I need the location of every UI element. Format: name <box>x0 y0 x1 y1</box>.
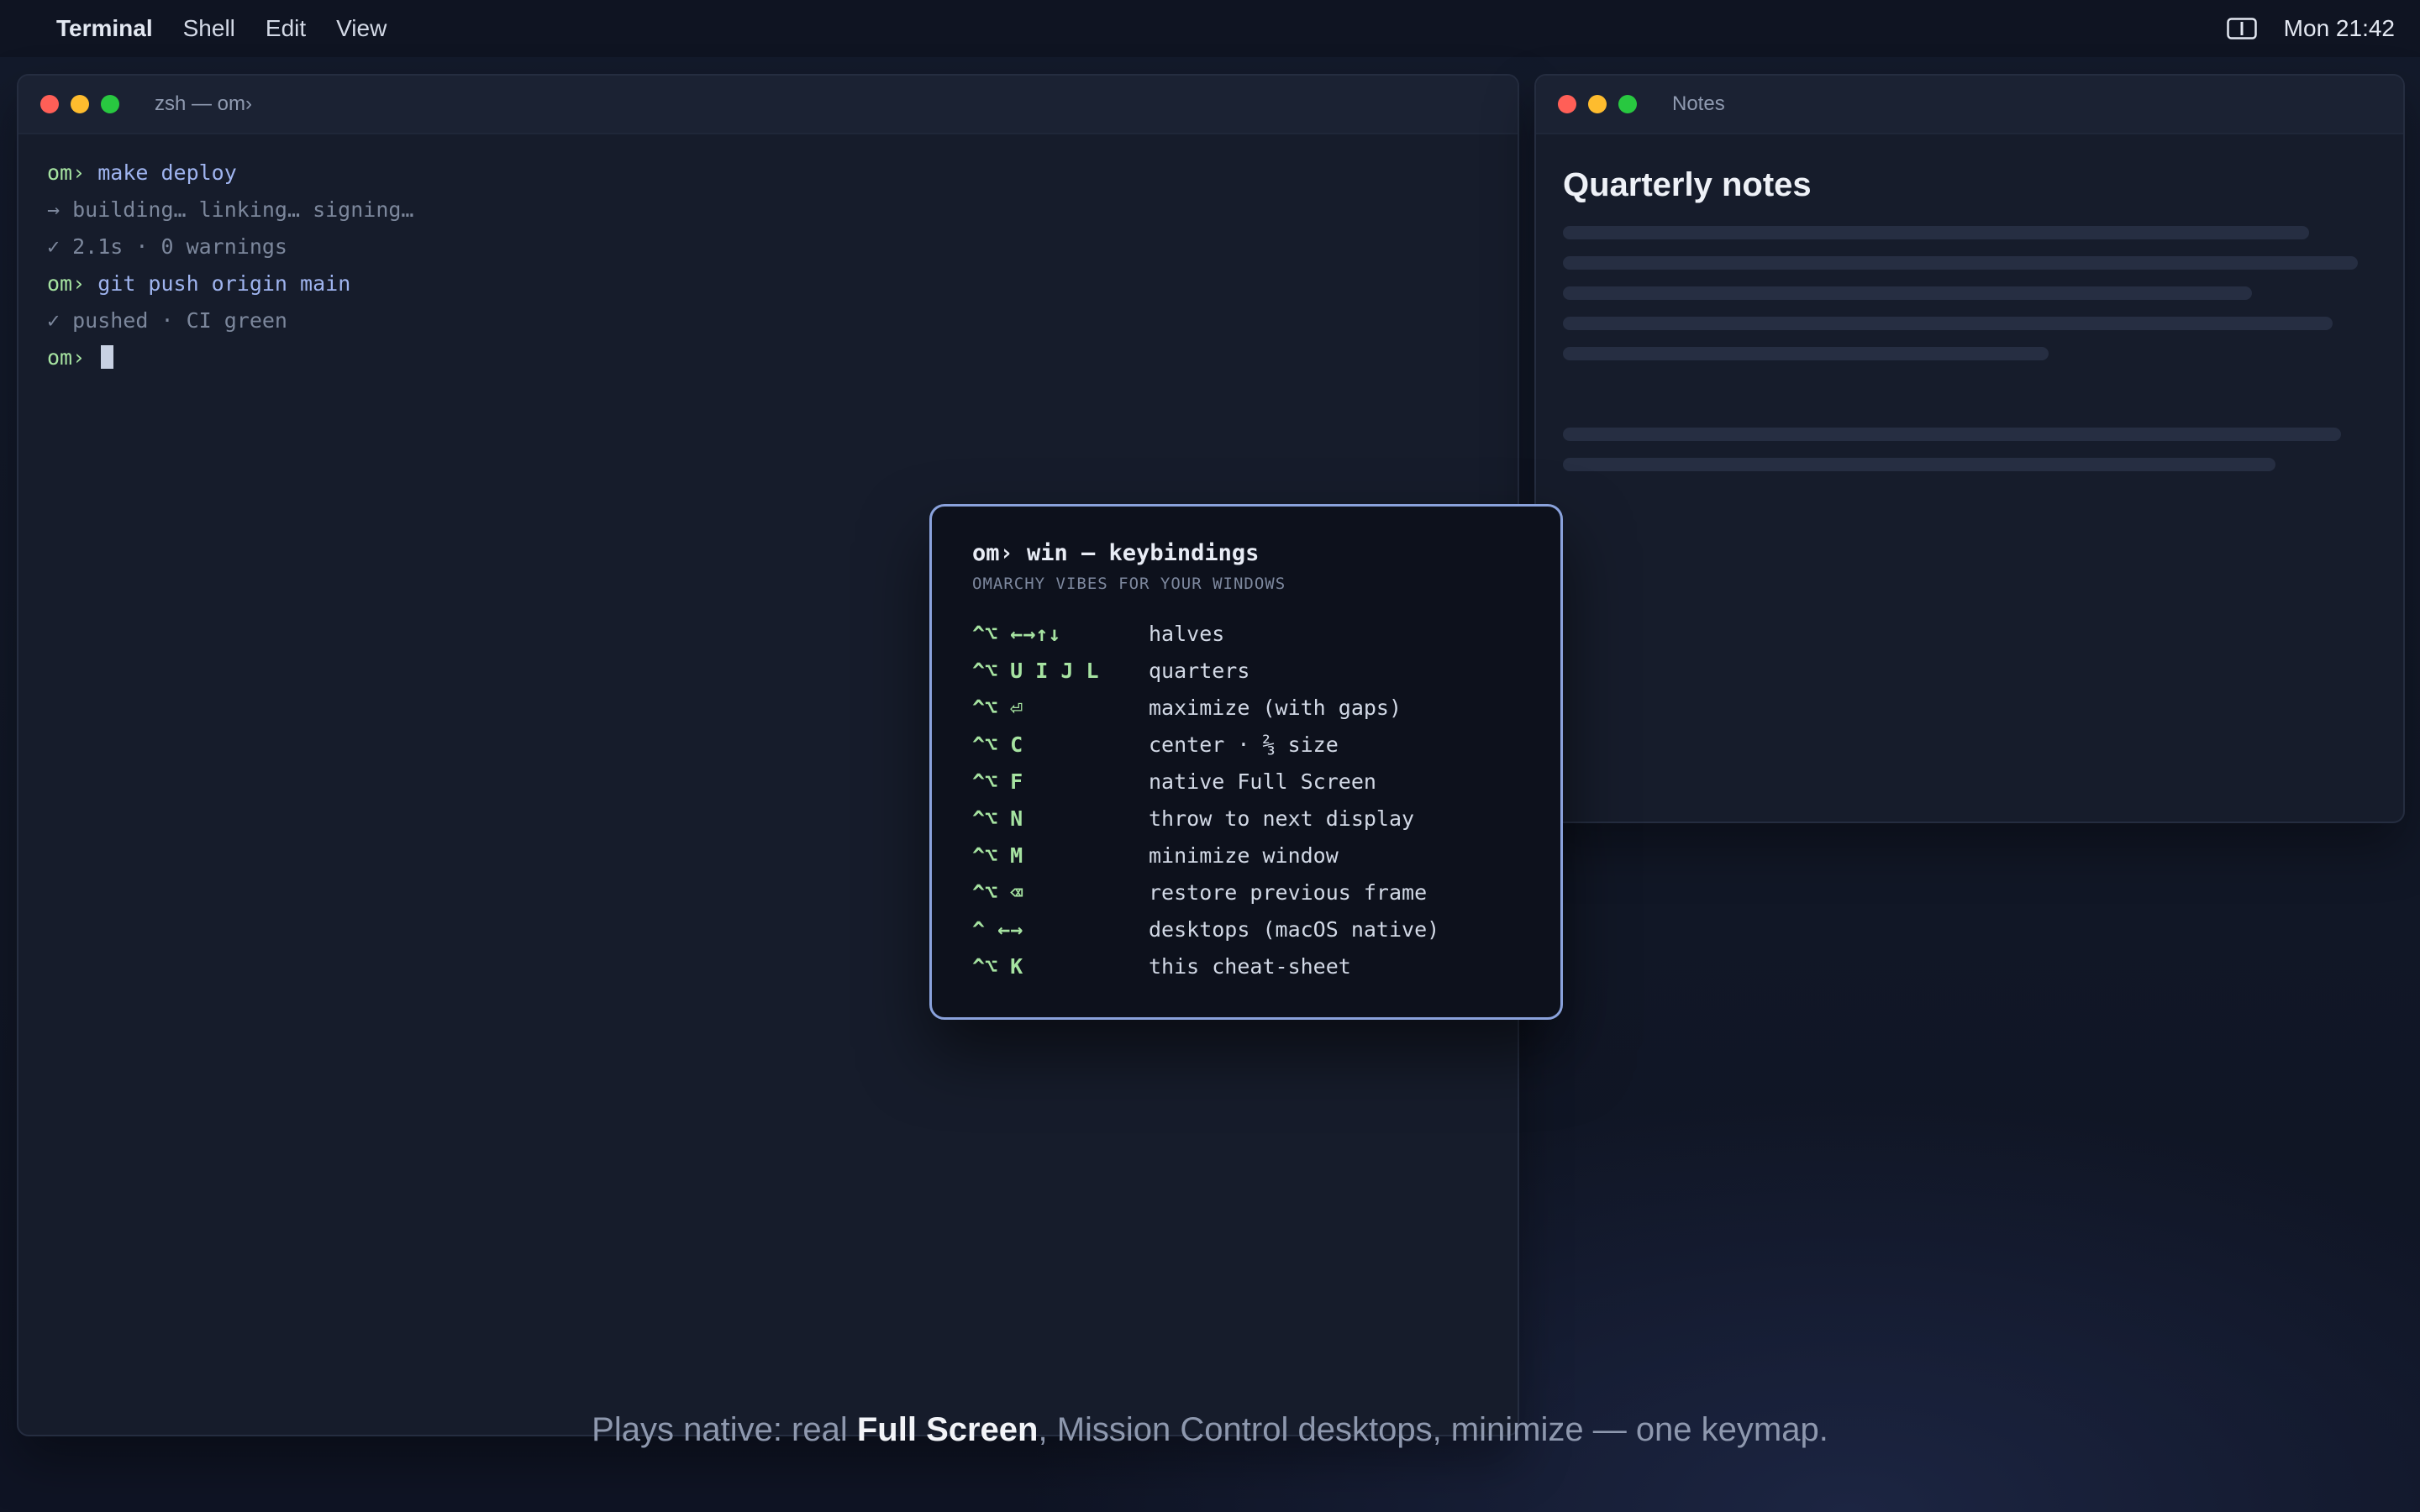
terminal-line: om› git push origin main <box>47 265 1489 302</box>
menu-app-terminal[interactable]: Terminal <box>56 15 153 42</box>
placeholder-line <box>1563 317 2333 330</box>
keybinding-keys: ^⌥ M <box>972 843 1023 868</box>
keybindings-overlay[interactable]: om› win — keybindings OMARCHY VIBES FOR … <box>929 504 1563 1020</box>
terminal-titlebar[interactable]: zsh — om› <box>18 76 1518 134</box>
caption-emphasis: Full Screen <box>856 1411 1039 1448</box>
keybinding-action: this cheat-sheet <box>1149 953 1351 979</box>
keybinding-row: ^⌥ N throw to next display <box>972 800 1520 837</box>
terminal-title: zsh — om› <box>155 92 253 115</box>
menu-clock[interactable]: Mon 21:42 <box>2284 15 2395 42</box>
caption-text: , Mission Control desktops, minimize — o… <box>1038 1411 1828 1448</box>
notes-heading: Quarterly notes <box>1563 166 1812 203</box>
keybinding-keys: ^⌥ ⏎ <box>972 695 1023 720</box>
keybinding-keys: ^⌥ U I J L <box>972 658 1099 683</box>
menu-edit[interactable]: Edit <box>266 15 306 42</box>
keybinding-keys: ^⌥ ←→↑↓ <box>972 621 1061 646</box>
menu-shell[interactable]: Shell <box>183 15 235 42</box>
terminal-line: om› make deploy <box>47 155 1489 192</box>
traffic-lights <box>1558 95 1649 113</box>
placeholder-line <box>1563 256 2358 270</box>
keybinding-action: desktops (macOS native) <box>1149 916 1440 942</box>
traffic-lights <box>40 95 131 113</box>
placeholder-line <box>1563 458 2275 471</box>
keybinding-action: restore previous frame <box>1149 879 1428 905</box>
menu-bar: Terminal Shell Edit View Mon 21:42 <box>0 0 2420 57</box>
caption: Plays native: real Full Screen, Mission … <box>0 1411 2420 1449</box>
keybinding-keys: ^ ←→ <box>972 916 1023 942</box>
minimize-button[interactable] <box>1588 95 1607 113</box>
keybinding-action: native Full Screen <box>1149 769 1376 794</box>
keybinding-action: throw to next display <box>1149 806 1415 831</box>
menu-bar-status: Mon 21:42 <box>2226 0 2395 57</box>
notes-titlebar[interactable]: Notes <box>1536 76 2403 134</box>
command-text: git push origin main <box>97 271 351 296</box>
keybinding-keys: ^⌥ ⌫ <box>972 879 1023 905</box>
text-cursor[interactable] <box>101 345 114 369</box>
command-text: make deploy <box>97 160 237 185</box>
keybinding-action: minimize window <box>1149 843 1339 868</box>
keybinding-row: ^⌥ C center · ⅔ size <box>972 726 1520 763</box>
placeholder-line <box>1563 226 2309 239</box>
notes-window[interactable]: Notes Quarterly notes <box>1534 74 2405 823</box>
keybinding-keys: ^⌥ F <box>972 769 1023 794</box>
close-button[interactable] <box>1558 95 1576 113</box>
keybinding-list: ^⌥ ←→↑↓ halves ^⌥ U I J L quarters ^⌥ ⏎ maxim… <box>972 615 1520 984</box>
notes-content[interactable]: Quarterly notes <box>1536 134 2403 515</box>
keybinding-keys: ^⌥ C <box>972 732 1023 757</box>
terminal-line: ✓ pushed · CI green <box>47 308 287 333</box>
sidebar-toggle-icon[interactable] <box>2226 18 2257 39</box>
prompt: om› <box>47 160 86 185</box>
keybinding-row: ^⌥ U I J L quarters <box>972 652 1520 689</box>
keybinding-action: quarters <box>1149 658 1250 683</box>
keybinding-keys: ^⌥ K <box>972 953 1023 979</box>
keybinding-action: maximize (with gaps) <box>1149 695 1402 720</box>
keybinding-row: ^⌥ ⌫ restore previous frame <box>972 874 1520 911</box>
keybinding-keys: ^⌥ N <box>972 806 1023 831</box>
keybinding-row: ^⌥ ⏎ maximize (with gaps) <box>972 689 1520 726</box>
placeholder-line <box>1563 347 2049 360</box>
placeholder-line <box>1563 428 2341 441</box>
keybinding-row: ^ ←→ desktops (macOS native) <box>972 911 1520 948</box>
prompt: om› <box>47 271 86 296</box>
keybinding-action: halves <box>1149 621 1225 646</box>
minimize-button[interactable] <box>71 95 89 113</box>
close-button[interactable] <box>40 95 59 113</box>
keybinding-action: center · ⅔ size <box>1149 732 1339 757</box>
keybinding-row: ^⌥ F native Full Screen <box>972 763 1520 800</box>
keybinding-row: ^⌥ K this cheat-sheet <box>972 948 1520 984</box>
keybinding-row: ^⌥ M minimize window <box>972 837 1520 874</box>
notes-title: Notes <box>1672 92 1725 115</box>
menu-view[interactable]: View <box>336 15 387 42</box>
terminal-line: ✓ 2.1s · 0 warnings <box>47 234 287 259</box>
overlay-subtitle: OMARCHY VIBES FOR YOUR WINDOWS <box>972 575 1286 593</box>
placeholder-line <box>1563 286 2252 300</box>
zoom-button[interactable] <box>1618 95 1637 113</box>
terminal-output[interactable]: om› make deploy → building… linking… sig… <box>18 134 1518 396</box>
keybinding-row: ^⌥ ←→↑↓ halves <box>972 615 1520 652</box>
prompt: om› <box>47 345 86 370</box>
overlay-title: om› win — keybindings <box>972 540 1260 566</box>
caption-text: Plays native: real <box>592 1411 857 1448</box>
terminal-line: → building… linking… signing… <box>47 197 414 222</box>
zoom-button[interactable] <box>101 95 119 113</box>
terminal-line: om› <box>47 339 1489 376</box>
